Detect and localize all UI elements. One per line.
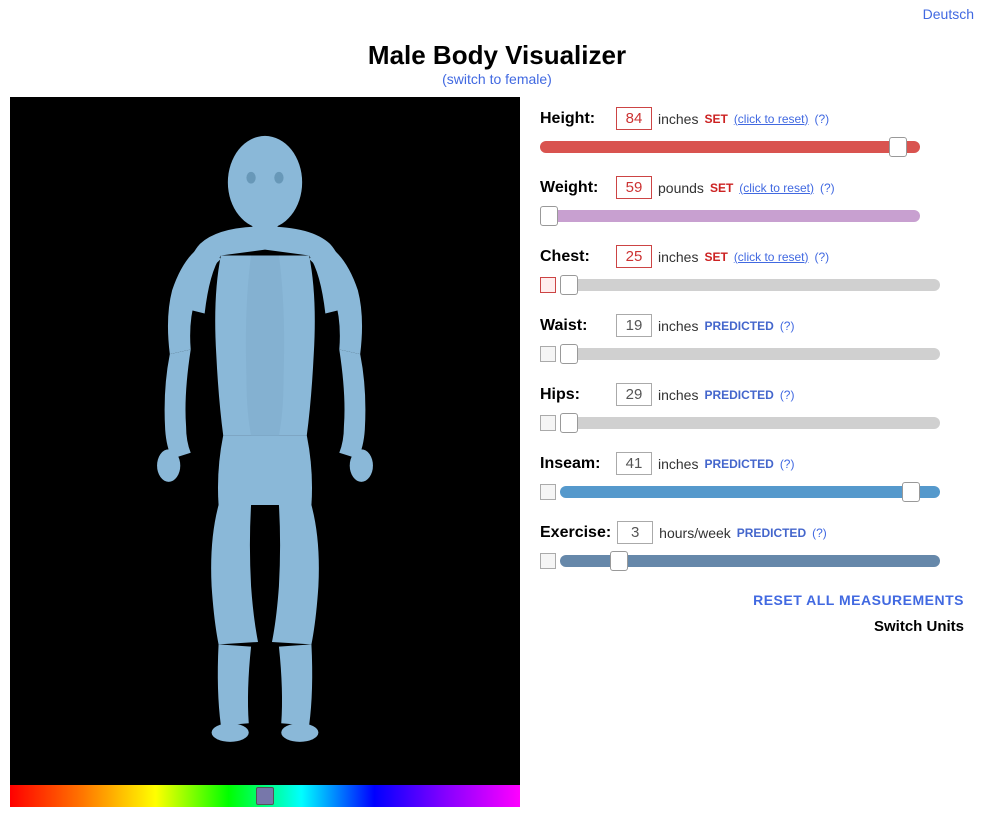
slider-container-3[interactable] [540, 343, 964, 365]
slider-container-1[interactable] [540, 205, 964, 227]
measurement-name-5: Inseam: [540, 455, 610, 473]
measurement-value-0: 84 [616, 107, 652, 130]
measurement-label-row-4: Hips: 29 inches PREDICTED (?) [540, 383, 964, 406]
help-link-3[interactable]: (?) [780, 319, 795, 333]
measurement-status-2: SET [704, 250, 727, 264]
measurement-row-0: Height: 84 inches SET (click to reset) (?) [540, 107, 964, 158]
measurement-status-5: PREDICTED [704, 457, 773, 471]
measurement-unit-2: inches [658, 249, 698, 265]
help-link-4[interactable]: (?) [780, 388, 795, 402]
page-title: Male Body Visualizer [0, 40, 994, 71]
model-panel [10, 97, 520, 807]
main-content: Height:84inchesSET(click to reset)(?)Wei… [0, 97, 994, 807]
measurement-row-1: Weight: 59 pounds SET (click to reset) (?) [540, 176, 964, 227]
slider-container-2[interactable] [540, 274, 964, 296]
measurement-name-0: Height: [540, 110, 610, 128]
color-bar[interactable] [10, 785, 520, 807]
checkbox-2[interactable] [540, 277, 556, 293]
checkbox-3[interactable] [540, 346, 556, 362]
measurement-status-6: PREDICTED [737, 526, 806, 540]
slider-thumb-2[interactable] [560, 275, 578, 295]
slider-track-5[interactable] [560, 486, 940, 498]
slider-track-1[interactable] [540, 210, 920, 222]
model-figure [10, 97, 520, 797]
slider-track-6[interactable] [560, 555, 940, 567]
checkbox-5[interactable] [540, 484, 556, 500]
measurement-name-3: Waist: [540, 317, 610, 335]
slider-track-0[interactable] [540, 141, 920, 153]
measurement-status-4: PREDICTED [704, 388, 773, 402]
switch-units-button[interactable]: Switch Units [874, 618, 964, 635]
language-link[interactable]: Deutsch [923, 6, 974, 22]
measurement-name-1: Weight: [540, 179, 610, 197]
top-bar: Deutsch [0, 0, 994, 30]
slider-thumb-1[interactable] [540, 206, 558, 226]
help-link-1[interactable]: (?) [820, 181, 835, 195]
measurement-row-5: Inseam: 41 inches PREDICTED (?) [540, 452, 964, 503]
measurement-status-0: SET [704, 112, 727, 126]
measurement-value-3: 19 [616, 314, 652, 337]
measurement-row-3: Waist: 19 inches PREDICTED (?) [540, 314, 964, 365]
measurement-value-5: 41 [616, 452, 652, 475]
slider-container-0[interactable] [540, 136, 964, 158]
title-section: Male Body Visualizer (switch to female) [0, 30, 994, 97]
color-bar-thumb[interactable] [256, 787, 274, 805]
slider-container-6[interactable] [540, 550, 964, 572]
measurement-label-row-6: Exercise: 3 hours/week PREDICTED (?) [540, 521, 964, 544]
reset-link-0[interactable]: (click to reset) [734, 112, 809, 126]
help-link-0[interactable]: (?) [815, 112, 830, 126]
body-model-svg [135, 122, 395, 772]
measurement-unit-0: inches [658, 111, 698, 127]
slider-thumb-4[interactable] [560, 413, 578, 433]
switch-gender-link[interactable]: (switch to female) [442, 71, 552, 87]
measurement-name-4: Hips: [540, 386, 610, 404]
measurement-value-2: 25 [616, 245, 652, 268]
slider-thumb-3[interactable] [560, 344, 578, 364]
measurement-name-6: Exercise: [540, 524, 611, 542]
slider-thumb-6[interactable] [610, 551, 628, 571]
measurement-row-6: Exercise: 3 hours/week PREDICTED (?) [540, 521, 964, 572]
slider-thumb-0[interactable] [889, 137, 907, 157]
measurement-unit-5: inches [658, 456, 698, 472]
slider-container-4[interactable] [540, 412, 964, 434]
measurement-unit-6: hours/week [659, 525, 731, 541]
checkbox-6[interactable] [540, 553, 556, 569]
measurement-row-2: Chest: 25 inches SET (click to reset) (?) [540, 245, 964, 296]
slider-track-2[interactable] [560, 279, 940, 291]
measurement-label-row-1: Weight: 59 pounds SET (click to reset) (?) [540, 176, 964, 199]
measurement-row-4: Hips: 29 inches PREDICTED (?) [540, 383, 964, 434]
measurement-value-4: 29 [616, 383, 652, 406]
measurement-name-2: Chest: [540, 248, 610, 266]
measurements-container: Height:84inchesSET(click to reset)(?)Wei… [540, 107, 964, 572]
reset-link-1[interactable]: (click to reset) [739, 181, 814, 195]
help-link-6[interactable]: (?) [812, 526, 827, 540]
bottom-buttons: RESET ALL MEASUREMENTS Switch Units [540, 592, 964, 635]
reset-all-button[interactable]: RESET ALL MEASUREMENTS [753, 592, 964, 608]
measurement-label-row-0: Height: 84 inches SET (click to reset) (?) [540, 107, 964, 130]
checkbox-4[interactable] [540, 415, 556, 431]
measurement-unit-4: inches [658, 387, 698, 403]
reset-link-2[interactable]: (click to reset) [734, 250, 809, 264]
measurement-unit-1: pounds [658, 180, 704, 196]
help-link-5[interactable]: (?) [780, 457, 795, 471]
measurement-status-3: PREDICTED [704, 319, 773, 333]
slider-container-5[interactable] [540, 481, 964, 503]
measurement-label-row-3: Waist: 19 inches PREDICTED (?) [540, 314, 964, 337]
measurement-value-1: 59 [616, 176, 652, 199]
slider-track-4[interactable] [560, 417, 940, 429]
slider-thumb-5[interactable] [902, 482, 920, 502]
measurement-label-row-2: Chest: 25 inches SET (click to reset) (?) [540, 245, 964, 268]
measurement-label-row-5: Inseam: 41 inches PREDICTED (?) [540, 452, 964, 475]
measurement-status-1: SET [710, 181, 733, 195]
slider-track-3[interactable] [560, 348, 940, 360]
help-link-2[interactable]: (?) [815, 250, 830, 264]
controls-panel: Height:84inchesSET(click to reset)(?)Wei… [520, 97, 984, 807]
measurement-unit-3: inches [658, 318, 698, 334]
measurement-value-6: 3 [617, 521, 653, 544]
